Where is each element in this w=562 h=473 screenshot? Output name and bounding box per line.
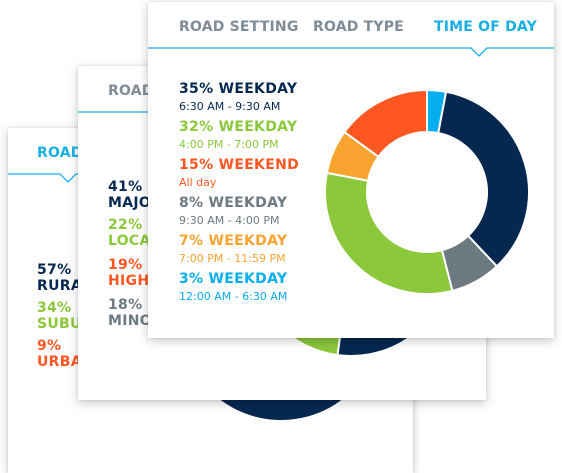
donut-slice-weekday xyxy=(437,90,530,268)
legend-label: 15% WEEKEND xyxy=(179,157,300,173)
legend-time-range: 7:00 PM - 11:59 PM xyxy=(179,252,286,265)
time-of-day-donut-chart xyxy=(324,88,530,295)
legend-time-range: 12:00 AM - 6:30 AM xyxy=(179,290,288,303)
tab-road-setting[interactable]: ROAD xyxy=(108,66,154,116)
legend-label: 3% WEEKDAY xyxy=(179,271,288,287)
legend-label: 35% WEEKDAY xyxy=(179,81,298,97)
time-of-day-card: ROAD SETTING ROAD TYPE TIME OF DAY 35% W… xyxy=(148,2,554,338)
legend-time-range: 9:30 AM - 4:00 PM xyxy=(179,214,280,227)
legend-label: 7% WEEKDAY xyxy=(179,233,288,249)
legend-time-range: All day xyxy=(179,176,217,189)
legend-item: 7% WEEKDAY 7:00 PM - 11:59 PM xyxy=(179,233,287,265)
legend-label: 32% WEEKDAY xyxy=(179,119,298,135)
legend-item: 35% WEEKDAY 6:30 AM - 9:30 AM xyxy=(179,81,297,113)
legend-time-range: 4:00 PM - 7:00 PM xyxy=(179,138,279,151)
tab-road-setting[interactable]: ROAD xyxy=(37,128,83,178)
legend-label: 8% WEEKDAY xyxy=(179,195,288,211)
legend-time-range: 6:30 AM - 9:30 AM xyxy=(179,100,281,113)
legend-item: 3% WEEKDAY 12:00 AM - 6:30 AM xyxy=(179,271,287,303)
donut-slice-weekday xyxy=(324,171,454,295)
tab-indicator-line xyxy=(148,47,554,57)
legend-item: 32% WEEKDAY 4:00 PM - 7:00 PM xyxy=(179,119,297,151)
legend-item: 8% WEEKDAY 9:30 AM - 4:00 PM xyxy=(179,195,287,227)
legend-item: 15% WEEKEND All day xyxy=(179,157,299,189)
